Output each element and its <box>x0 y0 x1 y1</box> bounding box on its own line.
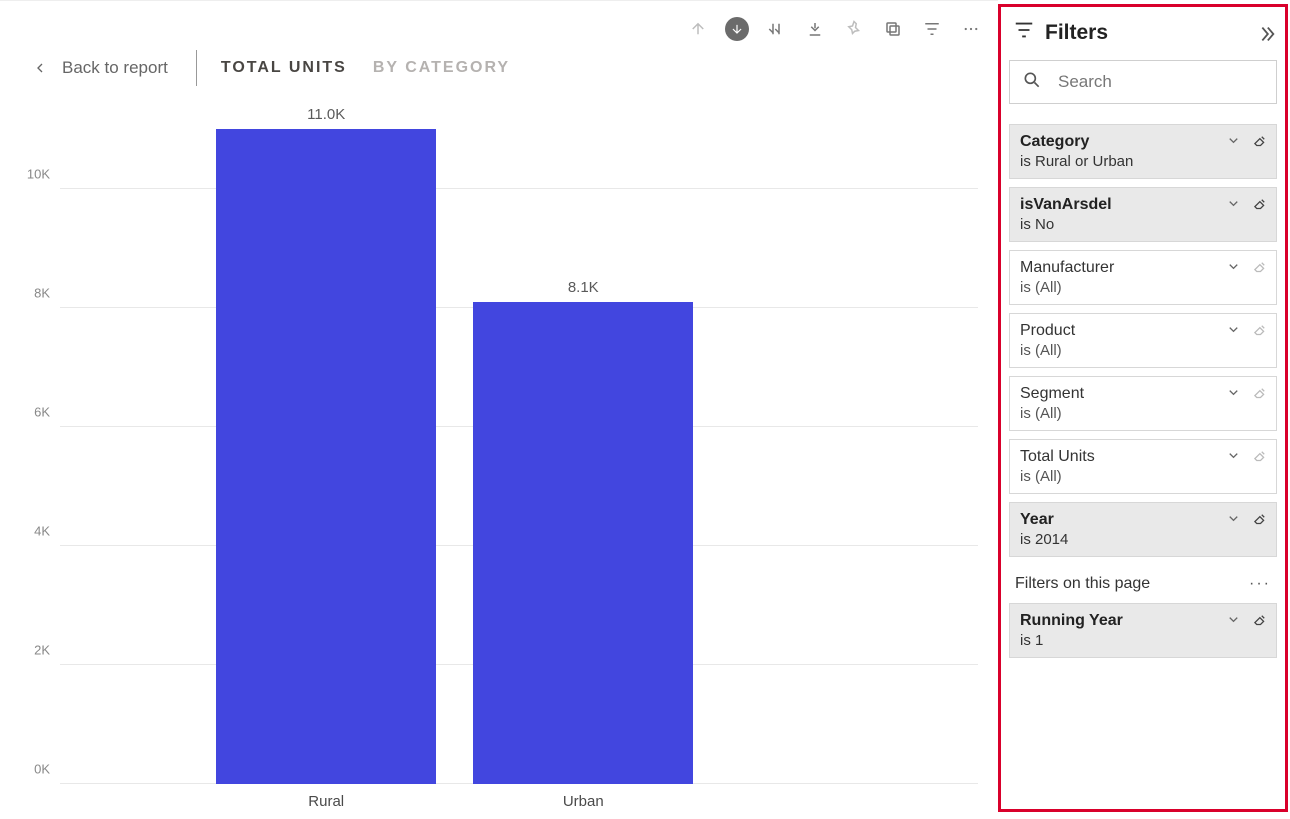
eraser-icon[interactable] <box>1253 385 1268 405</box>
filter-card-segment[interactable]: Segmentis (All) <box>1009 376 1277 431</box>
chevron-down-icon[interactable] <box>1226 196 1241 216</box>
filters-search-input[interactable] <box>1056 71 1281 93</box>
bar-slot: 11.0KRural <box>216 129 436 784</box>
chevron-down-icon[interactable] <box>1226 133 1241 153</box>
x-tick-label: Rural <box>216 793 436 810</box>
filters-panel: Filters Categoryis Rural or Urban isVanAr… <box>998 4 1288 812</box>
filter-card-isvanarsdel[interactable]: isVanArsdelis No <box>1009 187 1277 242</box>
back-chevron-icon[interactable] <box>28 56 52 80</box>
bar-slot: 8.1KUrban <box>473 129 693 784</box>
filters-title: Filters <box>1045 21 1245 45</box>
eraser-icon[interactable] <box>1253 511 1268 531</box>
filter-card-subtitle: is 2014 <box>1020 531 1266 548</box>
search-icon <box>1022 70 1042 95</box>
filter-card-running-year[interactable]: Running Yearis 1 <box>1009 603 1277 658</box>
chevron-down-icon[interactable] <box>1226 385 1241 405</box>
filters-section-label: Filters on this page <box>1015 575 1150 593</box>
y-tick-label: 4K <box>34 523 50 538</box>
filter-card-category[interactable]: Categoryis Rural or Urban <box>1009 124 1277 179</box>
filter-card-subtitle: is 1 <box>1020 632 1266 649</box>
expand-level-icon[interactable] <box>803 17 827 41</box>
filters-section-more-icon[interactable]: ··· <box>1249 575 1271 593</box>
bar-urban[interactable] <box>473 302 693 784</box>
breadcrumb: Back to report TOTAL UNITS BY CATEGORY <box>0 45 998 90</box>
filters-header-icon <box>1013 19 1035 46</box>
chevron-down-icon[interactable] <box>1226 612 1241 632</box>
collapse-panel-icon[interactable] <box>1255 23 1275 43</box>
bar-value-label: 11.0K <box>216 106 436 123</box>
bar-chart: 0K2K4K6K8K10K 11.0KRural8.1KUrban <box>10 101 988 814</box>
filter-icon[interactable] <box>920 17 944 41</box>
pin-icon[interactable] <box>842 17 866 41</box>
filter-card-year[interactable]: Yearis 2014 <box>1009 502 1277 557</box>
filter-card-manufacturer[interactable]: Manufactureris (All) <box>1009 250 1277 305</box>
tab-by-category[interactable]: BY CATEGORY <box>373 59 510 77</box>
filter-card-subtitle: is (All) <box>1020 405 1266 422</box>
eraser-icon[interactable] <box>1253 133 1268 153</box>
eraser-icon[interactable] <box>1253 448 1268 468</box>
chevron-down-icon[interactable] <box>1226 448 1241 468</box>
copy-icon[interactable] <box>881 17 905 41</box>
y-tick-label: 8K <box>34 285 50 300</box>
chevron-down-icon[interactable] <box>1226 259 1241 279</box>
filter-card-subtitle: is (All) <box>1020 279 1266 296</box>
x-tick-label: Urban <box>473 793 693 810</box>
filter-card-subtitle: is No <box>1020 216 1266 233</box>
next-level-icon[interactable] <box>764 17 788 41</box>
bar-rural[interactable] <box>216 129 436 784</box>
back-to-report-link[interactable]: Back to report <box>62 58 168 78</box>
drill-up-icon[interactable] <box>686 17 710 41</box>
filter-card-subtitle: is Rural or Urban <box>1020 153 1266 170</box>
filter-card-product[interactable]: Productis (All) <box>1009 313 1277 368</box>
drill-down-icon[interactable] <box>725 17 749 41</box>
more-icon[interactable] <box>959 17 983 41</box>
y-tick-label: 10K <box>27 166 50 181</box>
bar-value-label: 8.1K <box>473 279 693 296</box>
viz-toolbar <box>686 17 983 41</box>
y-tick-label: 6K <box>34 404 50 419</box>
eraser-icon[interactable] <box>1253 259 1268 279</box>
eraser-icon[interactable] <box>1253 322 1268 342</box>
filters-search[interactable] <box>1009 60 1277 104</box>
filter-card-subtitle: is (All) <box>1020 342 1266 359</box>
filter-card-subtitle: is (All) <box>1020 468 1266 485</box>
chevron-down-icon[interactable] <box>1226 511 1241 531</box>
filter-card-total-units[interactable]: Total Unitsis (All) <box>1009 439 1277 494</box>
y-tick-label: 0K <box>34 762 50 777</box>
chevron-down-icon[interactable] <box>1226 322 1241 342</box>
eraser-icon[interactable] <box>1253 196 1268 216</box>
eraser-icon[interactable] <box>1253 612 1268 632</box>
tab-total-units[interactable]: TOTAL UNITS <box>221 59 347 77</box>
breadcrumb-separator <box>196 50 197 86</box>
y-tick-label: 2K <box>34 642 50 657</box>
